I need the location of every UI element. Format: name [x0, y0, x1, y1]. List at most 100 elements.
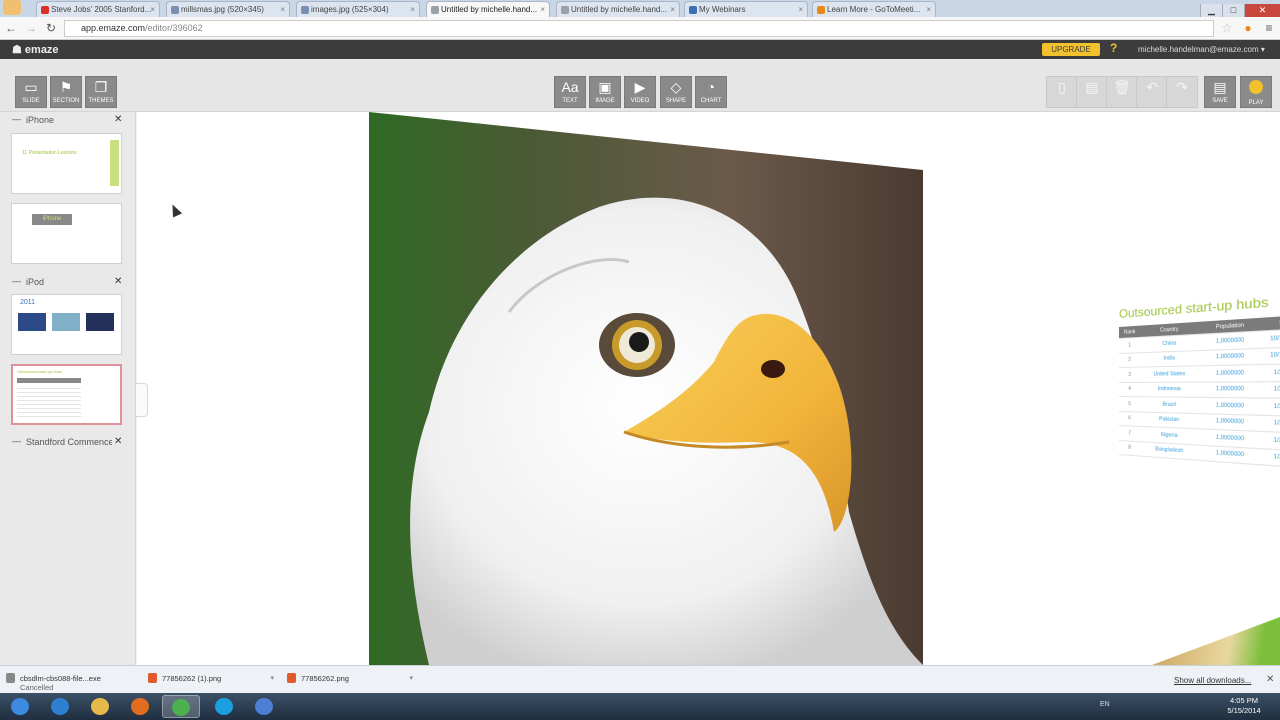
download-item[interactable]: 77856262 (1).png ▾	[148, 669, 276, 691]
app-header: ☗ emaze UPGRADE ? michelle.handelman@ema…	[0, 40, 1280, 59]
maximize-button[interactable]: □	[1222, 4, 1244, 18]
chevron-down-icon[interactable]: ▾	[409, 674, 413, 682]
browser-profile-icon[interactable]	[3, 0, 21, 15]
tab-title: My Webinars	[699, 5, 746, 14]
table-cell: India	[1163, 355, 1175, 363]
delete-icon: 🗑	[1113, 79, 1131, 95]
emaze-logo[interactable]: ☗ emaze	[12, 43, 59, 56]
delete-button[interactable]: 🗑	[1106, 76, 1138, 108]
browser-tab[interactable]: Learn More - GoToMeeti... ×	[812, 1, 936, 17]
snowflake-app-icon	[255, 698, 273, 715]
shape-button[interactable]: ◇ SHAPE	[660, 76, 692, 108]
png-file-icon	[287, 673, 296, 683]
toolbar-label: SECTION	[52, 98, 80, 104]
section-ipod[interactable]: — iPod ✕	[0, 274, 136, 290]
menu-icon[interactable]: ≡	[1262, 21, 1276, 35]
table-cell: 1,0000000	[1215, 450, 1245, 459]
tab-close-icon[interactable]: ×	[150, 5, 155, 14]
panel-resize-handle[interactable]	[136, 383, 148, 417]
tab-close-icon[interactable]: ×	[670, 5, 675, 14]
back-button[interactable]: ←	[4, 21, 18, 35]
taskbar-clock[interactable]: 4:05 PM 5/15/2014	[1222, 696, 1266, 716]
tab-favicon-icon	[561, 6, 569, 14]
slide-canvas[interactable]: Outsourced start-up hubs Rank Country Popu…	[137, 112, 1280, 665]
section-standford[interactable]: — Standford Commencement ✕	[0, 434, 136, 450]
collapse-icon[interactable]: —	[12, 436, 21, 446]
taskbar-start-orb[interactable]	[2, 695, 40, 718]
tab-close-icon[interactable]: ×	[280, 5, 285, 14]
browser-tab[interactable]: millsmas.jpg (520×345) ×	[166, 1, 290, 17]
browser-tab[interactable]: My Webinars ×	[684, 1, 808, 17]
system-tray[interactable]: EN	[1100, 701, 1110, 708]
undo-button[interactable]: ↶	[1136, 76, 1168, 108]
tab-close-icon[interactable]: ×	[926, 5, 931, 14]
taskbar-skype[interactable]	[206, 695, 244, 718]
chart-icon: ◔	[706, 79, 716, 95]
close-window-button[interactable]: ✕	[1244, 4, 1280, 18]
toolbar-label: CHART	[700, 98, 722, 104]
download-item[interactable]: cbsdlm-cbs088-file...exe Cancelled	[6, 669, 132, 692]
tab-close-icon[interactable]: ×	[540, 5, 545, 14]
taskbar-internet-explorer[interactable]	[42, 695, 80, 718]
taskbar-chrome[interactable]	[162, 695, 200, 718]
duplicate-button[interactable]: ▯	[1046, 76, 1078, 108]
slide-button[interactable]: ▭ SLIDE	[15, 76, 47, 108]
chevron-down-icon[interactable]: ▾	[270, 674, 274, 682]
section-iphone[interactable]: — iPhone ✕	[0, 112, 136, 128]
browser-tab[interactable]: images.jpg (525×304) ×	[296, 1, 420, 17]
browser-tab[interactable]: Untitled by michelle.hand... ×	[426, 1, 550, 17]
reload-button[interactable]: ↻	[44, 21, 58, 35]
toolbar-label: THEMES	[88, 98, 114, 104]
download-item[interactable]: 77856262.png ▾	[287, 669, 415, 691]
slide-thumbnail-selected[interactable]: Outsourced start-up hubs	[11, 364, 122, 425]
tab-title: Learn More - GoToMeeti...	[827, 5, 921, 14]
thumb-caption: 2011	[20, 299, 36, 306]
taskbar-snowflake-app[interactable]	[246, 695, 284, 718]
remove-section-icon[interactable]: ✕	[114, 276, 122, 287]
slide-thumbnail[interactable]: 2011	[11, 294, 122, 355]
taskbar-file-explorer[interactable]	[82, 695, 120, 718]
slide-thumbnail[interactable]: 11 Presentation Lessons	[11, 133, 122, 194]
copy-button[interactable]: ▤	[1076, 76, 1108, 108]
help-icon[interactable]: ?	[1110, 41, 1117, 55]
slide-table[interactable]: Outsourced start-up hubs Rank Country Popu…	[1119, 290, 1280, 483]
browser-tab[interactable]: Untitled by michelle.hand... ×	[556, 1, 680, 17]
image-button[interactable]: ▣ IMAGE	[589, 76, 621, 108]
collapse-icon[interactable]: —	[12, 114, 21, 124]
remove-section-icon[interactable]: ✕	[114, 436, 122, 447]
tab-title: millsmas.jpg (520×345)	[181, 5, 264, 14]
chrome-icon	[172, 699, 190, 716]
tab-title: Untitled by michelle.hand...	[441, 5, 538, 14]
themes-button[interactable]: ❐ THEMES	[85, 76, 117, 108]
bookmark-star-icon[interactable]: ☆	[1220, 21, 1234, 35]
slide-thumbnail[interactable]: iPhone	[11, 203, 122, 264]
eagle-image[interactable]	[369, 112, 923, 665]
chart-button[interactable]: ◔ CHART	[695, 76, 727, 108]
url-field[interactable]: app.emaze.com/editor/396062	[64, 20, 1214, 37]
user-menu[interactable]: michelle.handelman@emaze.com ▾	[1138, 45, 1265, 54]
browser-tab[interactable]: Steve Jobs' 2005 Stanford... ×	[36, 1, 160, 17]
tab-close-icon[interactable]: ×	[410, 5, 415, 14]
table-cell: 1,0000000	[1215, 402, 1245, 410]
extension-icon[interactable]: ●	[1241, 21, 1255, 35]
toolbar-label: SAVE	[1212, 98, 1228, 104]
table-cell: Brazil	[1162, 401, 1176, 408]
section-button[interactable]: ⚑ SECTION	[50, 76, 82, 108]
text-button[interactable]: Aa TEXT	[554, 76, 586, 108]
show-all-downloads-link[interactable]: Show all downloads...	[1174, 676, 1251, 685]
upgrade-button[interactable]: UPGRADE	[1042, 43, 1100, 56]
table-cell: Pakistan	[1159, 416, 1180, 424]
file-explorer-icon	[91, 698, 109, 715]
redo-button[interactable]: ↷	[1166, 76, 1198, 108]
forward-button[interactable]: →	[24, 21, 38, 35]
collapse-icon[interactable]: —	[12, 276, 21, 286]
video-button[interactable]: ▶ VIDEO	[624, 76, 656, 108]
taskbar-firefox[interactable]	[122, 695, 160, 718]
minimize-button[interactable]: ▁	[1200, 4, 1222, 18]
remove-section-icon[interactable]: ✕	[114, 114, 122, 125]
toolbar-label: PLAY	[1248, 100, 1264, 106]
save-button[interactable]: ▤ SAVE	[1204, 76, 1236, 108]
close-downloads-icon[interactable]: ✕	[1266, 674, 1274, 685]
play-button[interactable]: PLAY	[1240, 76, 1272, 108]
tab-close-icon[interactable]: ×	[798, 5, 803, 14]
